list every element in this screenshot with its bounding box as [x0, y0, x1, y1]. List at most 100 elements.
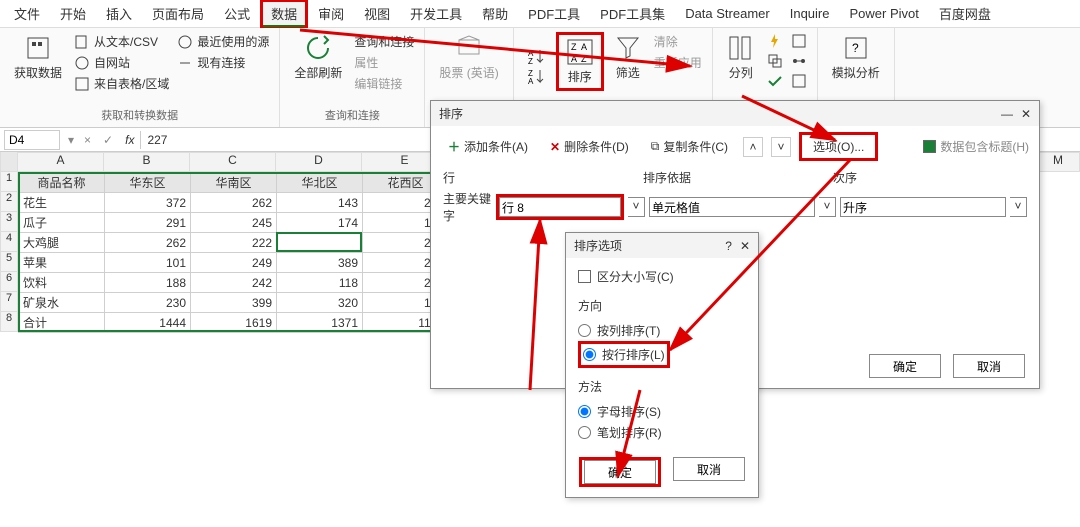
- row-header[interactable]: 8: [0, 312, 18, 332]
- file-icon: [74, 34, 90, 50]
- model-icon: [791, 73, 807, 89]
- col-header[interactable]: M: [1036, 152, 1080, 172]
- dropdown-icon[interactable]: ˅: [628, 197, 645, 217]
- stroke-radio[interactable]: 笔划排序(R): [578, 422, 746, 443]
- reapply-filter[interactable]: 重新应用: [652, 53, 704, 72]
- consolidate[interactable]: [789, 32, 809, 50]
- recent-sources[interactable]: 最近使用的源: [175, 32, 271, 51]
- tab-file[interactable]: 文件: [4, 0, 50, 27]
- cancel-icon[interactable]: ×: [78, 133, 97, 147]
- tab-dev[interactable]: 开发工具: [400, 0, 472, 27]
- tab-pagelayout[interactable]: 页面布局: [142, 0, 214, 27]
- copy-level-button[interactable]: ⧉复制条件(C): [644, 135, 735, 158]
- text-to-columns[interactable]: 分列: [721, 32, 761, 83]
- data-validation[interactable]: [765, 72, 785, 90]
- get-data-button[interactable]: 获取数据: [8, 32, 68, 83]
- col-header[interactable]: A: [18, 152, 104, 172]
- close-icon[interactable]: ✕: [740, 239, 750, 253]
- whatif-icon: ?: [842, 34, 870, 62]
- sort-button[interactable]: ZAAZ 排序: [560, 36, 600, 87]
- from-text-csv[interactable]: 从文本/CSV: [72, 32, 171, 51]
- name-box[interactable]: [4, 130, 60, 150]
- data-table[interactable]: 商品名称华东区华南区华北区花西区 花生372262143221 瓜子291245…: [18, 172, 449, 333]
- svg-text:A: A: [581, 42, 587, 52]
- left-to-right-radio[interactable]: 按行排序(L): [583, 344, 665, 365]
- drop-icon[interactable]: ▾: [64, 133, 78, 147]
- enter-icon[interactable]: ✓: [97, 133, 119, 147]
- minimize-icon[interactable]: —: [1001, 107, 1013, 121]
- tab-insert[interactable]: 插入: [96, 0, 142, 27]
- filter-label: 筛选: [616, 64, 640, 81]
- pinyin-radio[interactable]: 字母排序(S): [578, 401, 746, 422]
- row-header[interactable]: 2: [0, 192, 18, 212]
- refresh-all-button[interactable]: 全部刷新: [288, 32, 348, 83]
- sort-cancel-button[interactable]: 取消: [953, 354, 1025, 378]
- flash-fill[interactable]: [765, 32, 785, 50]
- select-all[interactable]: [0, 152, 18, 172]
- manage-model[interactable]: [789, 72, 809, 90]
- col-header[interactable]: D: [276, 152, 362, 172]
- filter-button[interactable]: 筛选: [608, 32, 648, 83]
- add-level-button[interactable]: ＋添加条件(A): [441, 135, 535, 158]
- move-up-button[interactable]: ˄: [743, 137, 763, 157]
- close-icon[interactable]: ✕: [1021, 107, 1031, 121]
- tab-review[interactable]: 审阅: [308, 0, 354, 27]
- tab-home[interactable]: 开始: [50, 0, 96, 27]
- headers-checkbox[interactable]: 数据包含标题(H): [923, 138, 1029, 155]
- tab-formulas[interactable]: 公式: [214, 0, 260, 27]
- clear-filter[interactable]: 清除: [652, 32, 704, 51]
- globe-icon: [74, 55, 90, 71]
- row-header[interactable]: 7: [0, 292, 18, 312]
- sort-ok-button[interactable]: 确定: [869, 354, 941, 378]
- svg-text:A: A: [528, 77, 534, 86]
- tab-pdftool[interactable]: PDF工具: [518, 0, 590, 27]
- relationships[interactable]: [789, 52, 809, 70]
- sort-on-select[interactable]: [649, 197, 815, 217]
- method-label: 方法: [578, 378, 746, 395]
- table-row: 大鸡腿262222227208: [19, 233, 449, 253]
- tab-powerpivot[interactable]: Power Pivot: [839, 2, 928, 25]
- refresh-all-label: 全部刷新: [294, 64, 342, 81]
- tab-data[interactable]: 数据: [260, 0, 308, 28]
- tab-view[interactable]: 视图: [354, 0, 400, 27]
- stocks-button[interactable]: 股票 (英语): [433, 32, 504, 83]
- tab-pdftoolset[interactable]: PDF工具集: [590, 0, 675, 27]
- row-header[interactable]: 6: [0, 272, 18, 292]
- delete-level-button[interactable]: ✕删除条件(D): [543, 135, 636, 158]
- options-cancel-button[interactable]: 取消: [673, 457, 745, 481]
- tab-help[interactable]: 帮助: [472, 0, 518, 27]
- tab-inquire[interactable]: Inquire: [780, 2, 840, 25]
- remove-dup[interactable]: [765, 52, 785, 70]
- fx-icon[interactable]: fx: [119, 133, 140, 147]
- tab-datastreamer[interactable]: Data Streamer: [675, 2, 780, 25]
- move-down-button[interactable]: ˅: [771, 137, 791, 157]
- existing-conn[interactable]: 现有连接: [175, 53, 271, 72]
- col-header[interactable]: B: [104, 152, 190, 172]
- queries-conn[interactable]: 查询和连接: [352, 32, 416, 51]
- filter-icon: [614, 34, 642, 62]
- from-web[interactable]: 自网站: [72, 53, 171, 72]
- row-header[interactable]: 4: [0, 232, 18, 252]
- dropdown-icon[interactable]: ˅: [1010, 197, 1027, 217]
- dropdown-icon[interactable]: ˅: [819, 197, 836, 217]
- row-header[interactable]: 1: [0, 172, 18, 192]
- edit-links[interactable]: 编辑链接: [352, 74, 416, 93]
- row-header[interactable]: 5: [0, 252, 18, 272]
- sort-az-icon: AZ: [528, 48, 546, 66]
- help-icon[interactable]: ?: [725, 239, 732, 253]
- case-sensitive-checkbox[interactable]: 区分大小写(C): [578, 266, 746, 287]
- order-select[interactable]: [840, 197, 1006, 217]
- row-header[interactable]: 3: [0, 212, 18, 232]
- sort-az-button[interactable]: AZ ZA: [522, 32, 552, 88]
- from-table-range[interactable]: 来自表格/区域: [72, 74, 171, 93]
- properties[interactable]: 属性: [352, 53, 416, 72]
- whatif-button[interactable]: ? 模拟分析: [826, 32, 886, 83]
- top-to-bottom-radio[interactable]: 按列排序(T): [578, 320, 746, 341]
- sort-options-button[interactable]: 选项(O)...: [806, 135, 871, 158]
- col-header[interactable]: C: [190, 152, 276, 172]
- options-ok-button[interactable]: 确定: [584, 460, 656, 484]
- tab-baidu[interactable]: 百度网盘: [929, 0, 1001, 27]
- sort-key-select[interactable]: [499, 197, 621, 217]
- table-row: 饮料188242118215: [19, 273, 449, 293]
- table-row: 商品名称华东区华南区华北区花西区: [19, 173, 449, 193]
